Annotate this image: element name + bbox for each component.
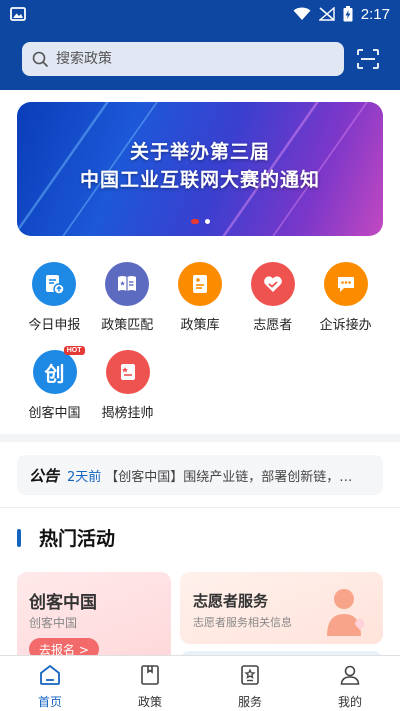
- nav-label: 首页: [37, 695, 62, 709]
- notice-text: 【创客中国】围绕产业链，部署创新链，…: [105, 469, 353, 485]
- menu-label: 志愿者: [253, 318, 293, 333]
- battery-charging-icon: [343, 6, 353, 22]
- signal-off-icon: [318, 7, 335, 21]
- heart-icon: [250, 262, 295, 306]
- card-subtitle: 志愿者服务相关信息: [193, 616, 292, 629]
- menu-item-policy-library[interactable]: 政策库: [164, 262, 237, 333]
- menu-item-volunteer[interactable]: 志愿者: [236, 262, 309, 333]
- star-badge-icon: [237, 662, 263, 688]
- nav-mine[interactable]: 我的: [300, 656, 400, 711]
- notice-bar[interactable]: 公告 2天前 【创客中国】围绕产业链，部署创新链，…: [17, 455, 383, 495]
- nav-policy[interactable]: 政策: [100, 656, 200, 711]
- hot-activities-header: 热门活动: [17, 524, 115, 551]
- title-accent-bar: [17, 528, 21, 547]
- menu-label: 政策匹配: [101, 318, 154, 333]
- menu-item-unveil-list[interactable]: 揭榜挂帅: [91, 350, 164, 421]
- volunteer-person-icon: [327, 589, 365, 636]
- banner-line-2: 中国工业互联网大赛的通知: [79, 169, 320, 191]
- document-upload-icon: [32, 262, 77, 306]
- section-divider: [0, 434, 400, 442]
- menu-label: 揭榜挂帅: [101, 406, 154, 421]
- chuang-logo-icon: 创 HOT: [32, 346, 85, 394]
- top-header: [0, 28, 400, 90]
- menu-label: 政策库: [180, 318, 220, 333]
- banner-pagination: [17, 219, 383, 224]
- flag-doc-icon: [105, 350, 150, 394]
- wifi-icon: [293, 7, 311, 20]
- status-time: 2:17: [360, 5, 390, 23]
- menu-label: 企诉接办: [319, 318, 372, 333]
- nav-label: 我的: [337, 695, 362, 709]
- activity-card-volunteer[interactable]: 志愿者服务 志愿者服务相关信息: [180, 572, 383, 644]
- search-bar[interactable]: [22, 42, 345, 76]
- nav-label: 服务: [237, 695, 262, 709]
- banner-dot[interactable]: [204, 219, 210, 224]
- menu-label: 创客中国: [28, 406, 81, 421]
- menu-item-maker-china[interactable]: 创 HOT 创客中国: [18, 346, 91, 421]
- nav-service[interactable]: 服务: [200, 656, 300, 711]
- search-input[interactable]: [56, 51, 316, 67]
- home-icon: [37, 662, 63, 688]
- menu-item-complaint[interactable]: 企诉接办: [309, 262, 382, 333]
- promo-banner[interactable]: 关于举办第三届 中国工业互联网大赛的通知: [17, 102, 383, 236]
- scan-button[interactable]: [356, 47, 380, 71]
- image-notification-icon: [10, 7, 26, 21]
- banner-line-1: 关于举办第三届: [129, 141, 270, 163]
- card-subtitle: 创客中国: [29, 616, 78, 630]
- menu-item-policy-match[interactable]: 政策匹配: [91, 262, 164, 333]
- banner-title: 关于举办第三届 中国工业互联网大赛的通知: [17, 138, 383, 194]
- banner-dot-active[interactable]: [190, 219, 199, 224]
- user-icon: [337, 662, 363, 688]
- section-title: 热门活动: [39, 528, 116, 550]
- status-bar: 2:17: [0, 0, 400, 28]
- card-title: 创客中国: [29, 593, 97, 613]
- nav-label: 政策: [137, 695, 162, 709]
- nav-home[interactable]: 首页: [0, 656, 100, 711]
- menu-label: 今日申报: [28, 318, 81, 333]
- chat-icon: [323, 262, 368, 306]
- search-icon: [32, 51, 48, 67]
- policy-doc-icon: [177, 262, 222, 306]
- book-star-icon: [105, 262, 150, 306]
- menu-item-today-apply[interactable]: 今日申报: [18, 262, 91, 333]
- notice-tag: 公告: [29, 466, 60, 485]
- hot-badge: HOT: [63, 346, 85, 355]
- section-divider: [0, 507, 400, 508]
- card-title: 志愿者服务: [193, 592, 269, 610]
- bottom-nav: 首页 政策 服务 我的: [0, 655, 400, 711]
- scan-icon: [357, 49, 379, 69]
- notice-time: 2天前: [67, 469, 102, 485]
- bookmark-doc-icon: [137, 662, 163, 688]
- quick-menu-grid: 今日申报 政策匹配 政策库 志愿者 企诉接办 创 HOT 创客中国 揭榜挂帅: [18, 262, 382, 438]
